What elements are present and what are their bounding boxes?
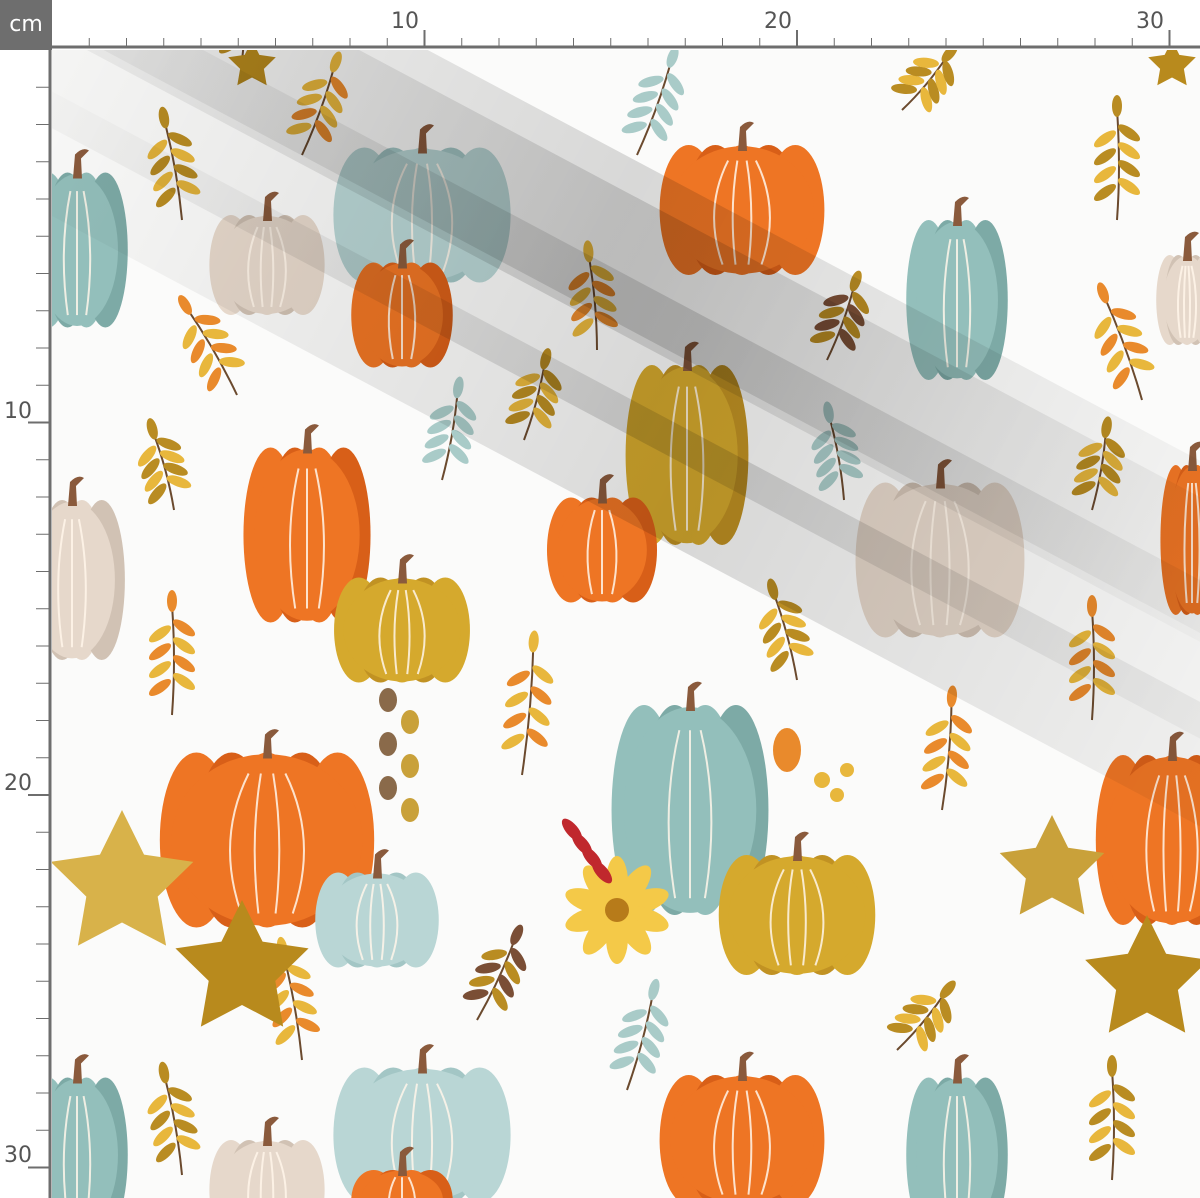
- unit-badge: cm: [0, 0, 52, 50]
- top-ruler-label-30: 30: [1136, 9, 1164, 34]
- pumpkin-pattern-swatch: [52, 50, 1200, 1198]
- top-ruler-label-10: 10: [391, 9, 419, 34]
- left-ruler-label-30: 30: [4, 1143, 32, 1168]
- top-ruler-label-20: 20: [764, 9, 792, 34]
- left-ruler-label-20: 20: [4, 771, 32, 796]
- left-ruler: 10 20 30: [0, 50, 52, 1198]
- fabric-preview: 10 20 30 10 20 30 cm: [0, 0, 1200, 1198]
- top-ruler: 10 20 30: [0, 0, 1200, 50]
- left-ruler-label-10: 10: [4, 399, 32, 424]
